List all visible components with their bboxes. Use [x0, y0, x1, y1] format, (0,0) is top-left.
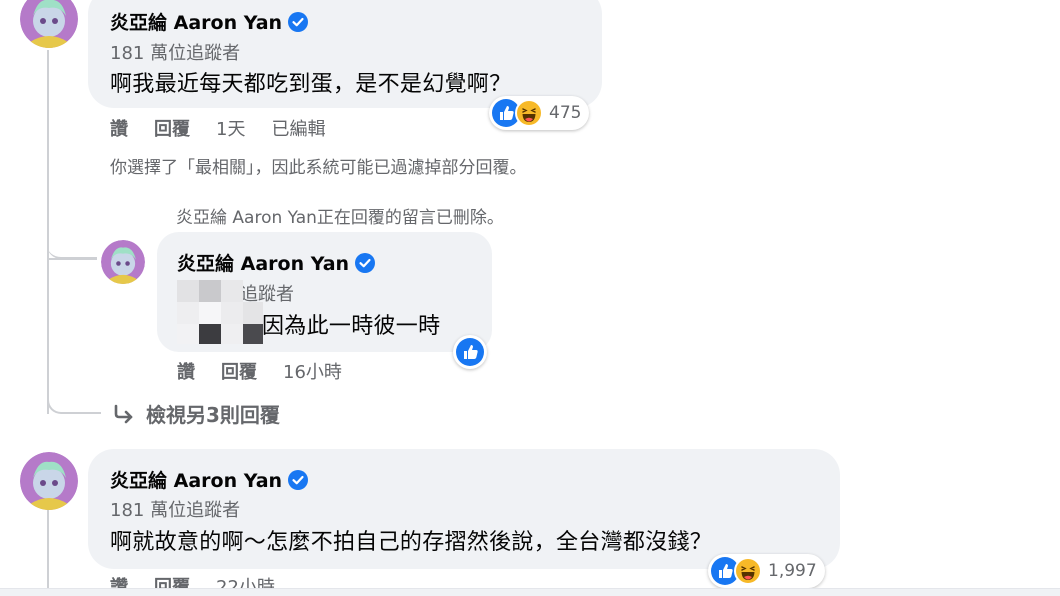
comment-actions: 讚 回覆 1天 已編輯 [110, 115, 351, 141]
comment-text: 啊就故意的啊～怎麼不拍自己的存摺然後說，全台灣都沒錢？ [110, 530, 713, 555]
thread-branch-reply [47, 258, 97, 260]
follower-count: 181 萬位追蹤者 [110, 43, 241, 64]
comment-text: 因為此一時彼一時 [262, 314, 441, 339]
reactions-summary[interactable] [453, 335, 487, 369]
filter-notice: 你選擇了「最相關」，因此系統可能已過濾掉部分回覆。 [110, 158, 527, 178]
thread-curve-reply [47, 235, 97, 259]
reply-button[interactable]: 回覆 [154, 115, 190, 141]
like-icon [456, 338, 484, 366]
comment-author[interactable]: 炎亞綸 Aaron Yan [177, 249, 376, 276]
like-button[interactable]: 讚 [110, 115, 128, 141]
comment-actions: 讚 回覆 16小時 [177, 358, 368, 384]
thread-curve-viewmore [47, 390, 101, 414]
comment-author[interactable]: 炎亞綸 Aaron Yan [110, 466, 309, 493]
avatar[interactable] [20, 452, 78, 510]
reactions-summary[interactable]: 1,997 [708, 554, 825, 588]
verified-badge-icon [288, 11, 309, 32]
reply-button[interactable]: 回覆 [221, 358, 257, 384]
timestamp[interactable]: 16小時 [283, 358, 342, 384]
comment-text: 啊我最近每天都吃到蛋，是不是幻覺啊？ [110, 72, 512, 97]
view-more-label[interactable]: 檢視另3則回覆 [146, 399, 280, 428]
thread-line-second [47, 508, 49, 590]
like-button[interactable]: 讚 [177, 358, 195, 384]
reply-arrow-icon [112, 402, 136, 426]
avatar[interactable] [20, 0, 78, 48]
haha-icon [734, 557, 762, 585]
pixelated-censor [177, 280, 267, 344]
follower-count: 181 萬位追蹤者 [110, 500, 241, 521]
reaction-count: 475 [549, 103, 582, 123]
haha-icon [515, 99, 543, 127]
reactions-summary[interactable]: 475 [489, 96, 590, 130]
view-more-replies[interactable]: 檢視另3則回覆 [112, 399, 280, 428]
verified-badge-icon [288, 469, 309, 490]
timestamp[interactable]: 1天 [216, 115, 245, 141]
deleted-comment-notice: 炎亞綸 Aaron Yan正在回覆的留言已刪除。 [176, 208, 504, 228]
verified-badge-icon [355, 252, 376, 273]
author-name[interactable]: 炎亞綸 Aaron Yan [177, 249, 349, 276]
comment-author[interactable]: 炎亞綸 Aaron Yan [110, 8, 309, 35]
author-name[interactable]: 炎亞綸 Aaron Yan [110, 8, 282, 35]
reaction-count: 1,997 [768, 561, 817, 581]
edited-label[interactable]: 已編輯 [271, 115, 325, 141]
thread-line-main [47, 50, 49, 414]
avatar[interactable] [101, 240, 145, 284]
author-name[interactable]: 炎亞綸 Aaron Yan [110, 466, 282, 493]
bottom-scroll-edge [0, 588, 1060, 596]
